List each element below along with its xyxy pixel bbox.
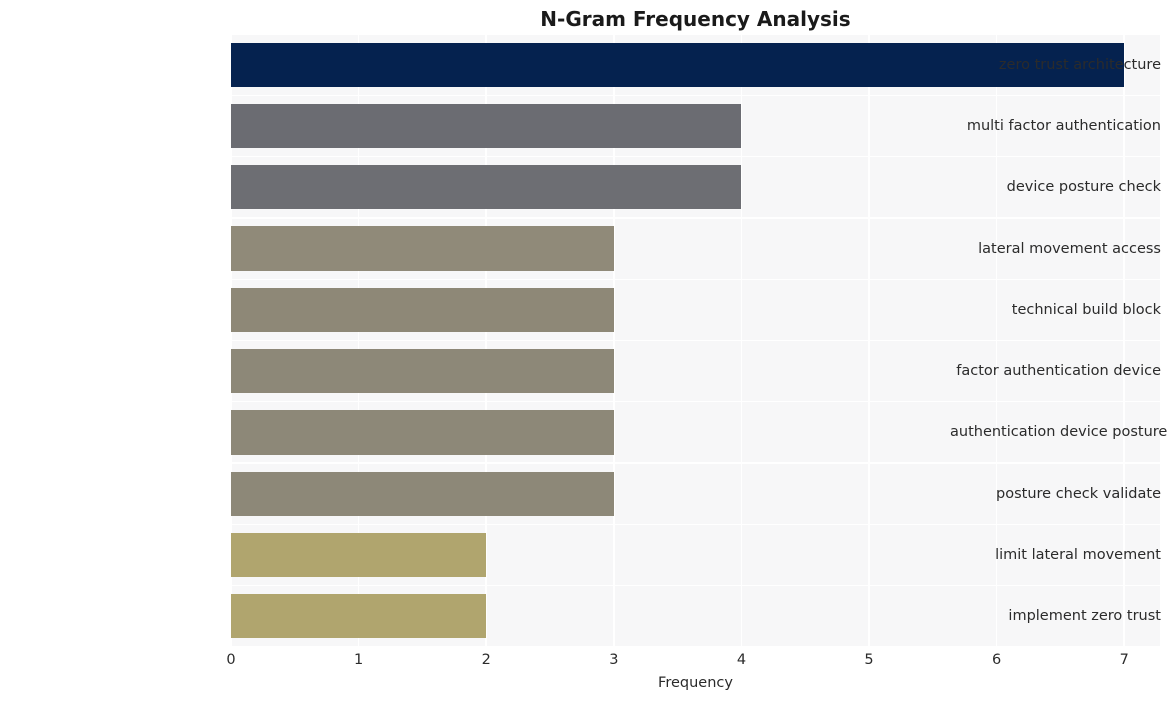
x-axis-tick-label: 7 bbox=[1119, 652, 1129, 668]
bar bbox=[231, 226, 614, 271]
horizontal-gridline bbox=[231, 401, 1160, 403]
bar bbox=[231, 471, 614, 516]
y-axis-tick-label: authentication device posture bbox=[950, 424, 1168, 441]
bar bbox=[231, 103, 742, 148]
y-axis-tick-label: technical build block bbox=[1011, 301, 1161, 318]
horizontal-gridline bbox=[231, 462, 1160, 464]
bar bbox=[231, 532, 487, 578]
x-axis-label: Frequency bbox=[658, 675, 733, 691]
x-axis-tick-label: 2 bbox=[481, 652, 491, 668]
bar bbox=[231, 410, 614, 455]
horizontal-gridline bbox=[231, 217, 1160, 219]
horizontal-gridline bbox=[231, 34, 1160, 35]
chart-title: N-Gram Frequency Analysis bbox=[540, 7, 851, 31]
horizontal-gridline bbox=[231, 155, 1160, 158]
horizontal-gridline bbox=[231, 94, 1160, 96]
x-axis-tick-label: 5 bbox=[864, 652, 874, 668]
horizontal-gridline bbox=[231, 523, 1160, 526]
y-axis-tick-label: limit lateral movement bbox=[995, 547, 1161, 564]
x-axis-tick-label: 3 bbox=[609, 652, 619, 668]
y-axis-tick-label: zero trust architecture bbox=[998, 56, 1161, 73]
bar bbox=[231, 287, 614, 332]
horizontal-gridline bbox=[231, 278, 1160, 280]
x-axis-tick-label: 6 bbox=[992, 652, 1002, 668]
y-axis-tick-label: implement zero trust bbox=[1008, 608, 1161, 625]
chart-figure: N-Gram Frequency Analysis zero trust arc… bbox=[0, 0, 1171, 701]
horizontal-gridline bbox=[231, 646, 1160, 647]
bar bbox=[231, 165, 742, 210]
bar bbox=[231, 349, 614, 394]
horizontal-gridline bbox=[231, 339, 1160, 342]
x-axis-tick-label: 0 bbox=[226, 652, 236, 668]
y-axis-tick-label: factor authentication device bbox=[956, 363, 1161, 380]
x-axis-tick-label: 4 bbox=[736, 652, 747, 668]
bar bbox=[231, 594, 487, 639]
y-axis-tick-label: device posture check bbox=[1006, 179, 1161, 196]
y-axis-tick-label: lateral movement access bbox=[978, 240, 1161, 257]
y-axis-tick-label: posture check validate bbox=[996, 485, 1161, 502]
x-axis-tick-label: 1 bbox=[353, 652, 364, 668]
y-axis-tick-label: multi factor authentication bbox=[966, 117, 1161, 134]
horizontal-gridline bbox=[231, 585, 1160, 587]
